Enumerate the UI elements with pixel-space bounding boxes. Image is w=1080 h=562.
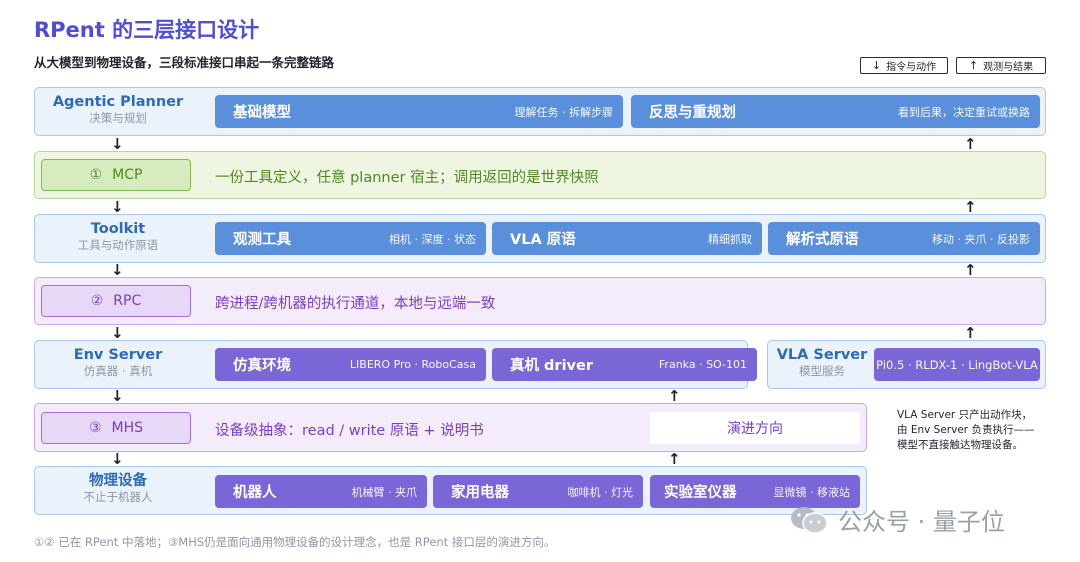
chip-name: VLA 原语 — [510, 232, 576, 248]
arrow-down-icon: ↓ — [111, 450, 124, 468]
legend-down: ↓ 指令与动作 — [860, 57, 948, 74]
chip-appliance: 家用电器 咖啡机 · 灯光 — [433, 475, 643, 508]
chip-analytic-primitive: 解析式原语 移动 · 夹爪 · 反投影 — [768, 222, 1040, 255]
layer-sub: 工具与动作原语 — [77, 238, 159, 252]
protocol-number: ① — [89, 167, 103, 183]
protocol-name: RPC — [113, 293, 142, 309]
chip-desc: Franka · SO-101 — [658, 358, 747, 371]
footer-note: ①② 已在 RPent 中落地；③MHS仍是面向通用物理设备的设计理念，也是 R… — [34, 535, 556, 549]
note-line: 由 Env Server 负责执行—— — [897, 424, 1035, 436]
arrow-down-icon: ↓ — [111, 387, 124, 405]
arrow-down-icon: ↓ — [111, 198, 124, 216]
rpc-badge: ② RPC — [41, 285, 191, 317]
arrow-up-icon: ↑ — [964, 198, 977, 216]
wechat-icon — [791, 506, 828, 534]
legend-label: 指令与动作 — [886, 62, 937, 73]
layer-sub: 决策与规划 — [89, 111, 147, 125]
note-line: 模型不直接触达物理设备。 — [897, 439, 1023, 451]
device-label: 物理设备 不止于机器人 — [40, 473, 196, 505]
note-line: VLA Server 只产出动作块， — [897, 409, 1033, 421]
chip-robot: 机器人 机械臂 · 夹爪 — [215, 475, 427, 508]
chip-name: 基础模型 — [233, 105, 291, 121]
chip-observation-tools: 观测工具 相机 · 深度 · 状态 — [215, 222, 486, 255]
legend-label: 观测与结果 — [983, 62, 1034, 73]
arrow-down-icon: ↓ — [111, 324, 124, 342]
arrow-down-icon: ↓ — [111, 261, 124, 279]
mhs-badge: ③ MHS — [41, 412, 191, 444]
side-note: VLA Server 只产出动作块， 由 Env Server 负责执行—— 模… — [897, 408, 1047, 453]
chip-vla-models: Pi0.5 · RLDX-1 · LingBot-VLA — [874, 348, 1040, 381]
chip-real-driver: 真机 driver Franka · SO-101 — [492, 348, 757, 381]
arrow-up-icon: ↑ — [968, 59, 979, 72]
toolkit-label: Toolkit 工具与动作原语 — [40, 221, 196, 253]
arrow-up-icon: ↑ — [964, 261, 977, 279]
chip-name: 仿真环境 — [233, 358, 291, 374]
evolution-direction: 演进方向 — [650, 412, 860, 444]
chip-name: 机器人 — [233, 485, 277, 501]
vla-label: VLA Server 模型服务 — [772, 347, 872, 379]
protocol-number: ③ — [88, 420, 102, 436]
chip-simulation: 仿真环境 LIBERO Pro · RoboCasa — [215, 348, 486, 381]
layer-sub: 仿真器 · 真机 — [83, 364, 153, 378]
chip-name: 观测工具 — [233, 232, 291, 248]
layer-name: VLA Server — [776, 347, 868, 363]
watermark-label: 公众号 · 量子位 — [838, 508, 1005, 536]
page-title: RPent 的三层接口设计 — [34, 18, 260, 42]
chip-desc: Pi0.5 · RLDX-1 · LingBot-VLA — [876, 357, 1038, 372]
chip-name: 真机 driver — [510, 358, 593, 374]
chip-desc: 显微镜 · 移液站 — [773, 485, 851, 499]
protocol-name: MCP — [112, 167, 143, 183]
chip-name: 实验室仪器 — [664, 485, 737, 501]
chip-name: 反思与重规划 — [649, 105, 736, 121]
chip-desc: 移动 · 夹爪 · 反投影 — [932, 232, 1030, 246]
chip-name: 家用电器 — [451, 485, 509, 501]
arrow-up-icon: ↑ — [964, 324, 977, 342]
layer-sub: 模型服务 — [799, 364, 845, 378]
layer-name: Env Server — [73, 347, 163, 363]
arrow-down-icon: ↓ — [111, 135, 124, 153]
chip-desc: 理解任务 · 拆解步骤 — [514, 105, 614, 119]
chip-desc: 看到后果，决定重试或换路 — [898, 105, 1030, 119]
legend-up: ↑ 观测与结果 — [956, 57, 1046, 74]
arrow-down-icon: ↓ — [871, 59, 882, 72]
arrow-up-icon: ↑ — [964, 135, 977, 153]
layer-name: Agentic Planner — [52, 94, 184, 110]
protocol-name: MHS — [111, 420, 144, 436]
chip-desc: 机械臂 · 夹爪 — [351, 485, 418, 499]
protocol-number: ② — [90, 293, 104, 309]
mcp-badge: ① MCP — [41, 159, 191, 191]
chip-desc: 相机 · 深度 · 状态 — [389, 232, 476, 246]
planner-label: Agentic Planner 决策与规划 — [40, 94, 196, 126]
chip-vla-primitive: VLA 原语 精细抓取 — [492, 222, 762, 255]
chip-desc: 精细抓取 — [708, 232, 752, 246]
chip-name: 解析式原语 — [786, 232, 859, 248]
chip-foundation-model: 基础模型 理解任务 · 拆解步骤 — [215, 95, 623, 128]
mhs-desc: 设备级抽象：read / write 原语 + 说明书 — [215, 423, 484, 439]
env-label: Env Server 仿真器 · 真机 — [40, 347, 196, 379]
rpc-desc: 跨进程/跨机器的执行通道，本地与远端一致 — [215, 296, 496, 312]
mcp-desc: 一份工具定义，任意 planner 宿主；调用返回的是世界快照 — [215, 170, 599, 186]
chip-desc: LIBERO Pro · RoboCasa — [349, 358, 476, 371]
page-subtitle: 从大模型到物理设备，三段标准接口串起一条完整链路 — [34, 55, 335, 70]
chip-desc: 咖啡机 · 灯光 — [567, 485, 634, 499]
watermark: 公众号 · 量子位 — [790, 502, 1005, 537]
layer-sub: 不止于机器人 — [83, 490, 153, 504]
arrow-up-icon: ↑ — [668, 450, 681, 468]
layer-name: 物理设备 — [89, 473, 147, 489]
chip-reflection: 反思与重规划 看到后果，决定重试或换路 — [631, 95, 1040, 128]
layer-name: Toolkit — [90, 221, 146, 237]
arrow-up-icon: ↑ — [668, 387, 681, 405]
